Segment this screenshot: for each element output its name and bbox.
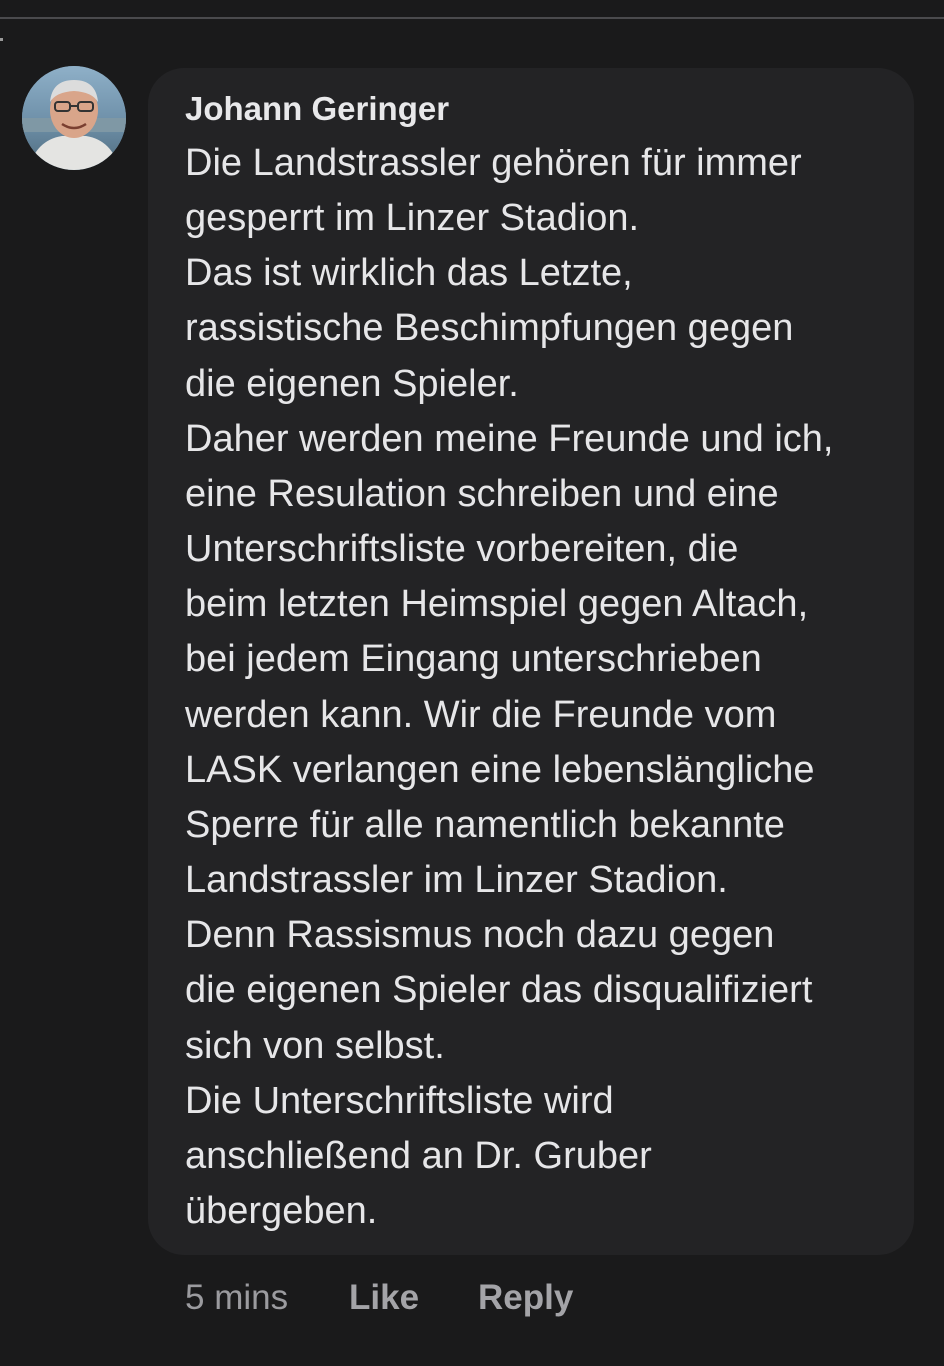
comment-text-line: rassistische Beschimpfungen gegen	[185, 307, 794, 350]
comment-text-line: Unterschriftsliste vorbereiten, die	[185, 528, 739, 571]
comment-text-line: anschließend an Dr. Gruber	[185, 1134, 652, 1177]
comment-text: Die Landstrassler gehören für immer gesp…	[185, 136, 834, 1239]
comment-text-line: Sperre für alle namentlich bekannte	[185, 803, 785, 846]
reply-button[interactable]: Reply	[478, 1275, 573, 1321]
user-photo-icon	[22, 66, 126, 170]
comment-text-line: Das ist wirklich das Letzte,	[185, 252, 633, 295]
comment-text-line: Daher werden meine Freunde und ich,	[185, 417, 834, 460]
comment-text-line: bei jedem Eingang unterschrieben	[185, 638, 762, 681]
corner-dot	[0, 38, 3, 41]
comment-text-line: die eigenen Spieler.	[185, 362, 519, 405]
comment-timestamp[interactable]: 5 mins	[185, 1275, 288, 1321]
top-divider	[0, 17, 944, 19]
comment-text-line: Landstrassler im Linzer Stadion.	[185, 859, 728, 902]
comment-text-line: Die Unterschriftsliste wird	[185, 1079, 614, 1122]
comment-text-line: Denn Rassismus noch dazu gegen	[185, 914, 775, 957]
comment-author[interactable]: Johann Geringer	[185, 88, 449, 130]
like-button[interactable]: Like	[349, 1275, 419, 1321]
comment-text-line: eine Resulation schreiben und eine	[185, 472, 779, 515]
comment-text-line: LASK verlangen eine lebenslängliche	[185, 748, 815, 791]
comment-text-line: gesperrt im Linzer Stadion.	[185, 197, 640, 240]
comment-text-line: die eigenen Spieler das disqualifiziert	[185, 969, 813, 1012]
comment-text-line: sich von selbst.	[185, 1024, 445, 1067]
comment-text-line: Die Landstrassler gehören für immer	[185, 142, 802, 184]
comment-text-line: beim letzten Heimspiel gegen Altach,	[185, 583, 809, 626]
comment-text-line: werden kann. Wir die Freunde vom	[185, 693, 777, 736]
comment-screen: Johann Geringer Die Landstrassler gehöre…	[0, 0, 944, 1366]
comment-text-line: übergeben.	[185, 1189, 378, 1232]
avatar[interactable]	[22, 66, 126, 170]
